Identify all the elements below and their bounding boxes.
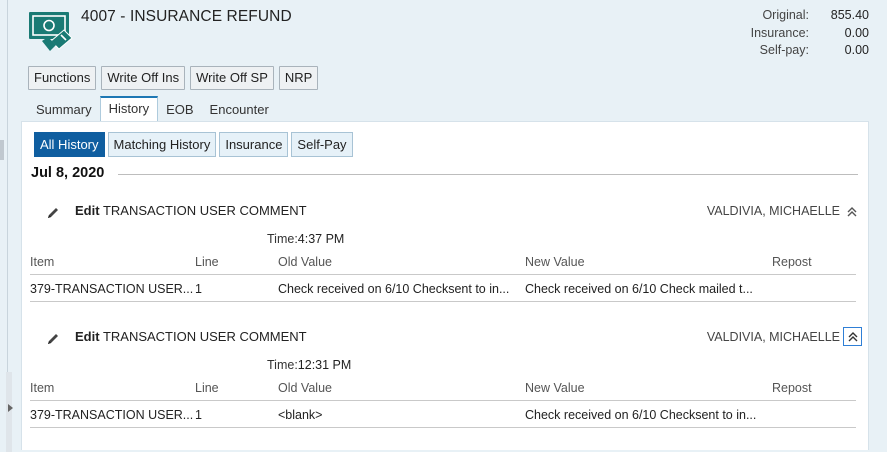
time-value: 12:31 PM	[297, 358, 352, 372]
col-old-value: Old Value	[278, 381, 332, 395]
col-repost: Repost	[772, 381, 812, 395]
filter-all-history[interactable]: All History	[34, 132, 105, 157]
write-off-ins-button[interactable]: Write Off Ins	[101, 66, 186, 90]
col-repost: Repost	[772, 255, 812, 269]
action-toolbar: Functions Write Off Ins Write Off SP NRP	[28, 66, 319, 90]
page-title: 4007 - INSURANCE REFUND	[81, 8, 292, 25]
action-object: TRANSACTION USER COMMENT	[99, 203, 307, 218]
selfpay-value: 0.00	[844, 43, 869, 57]
col-line: Line	[195, 381, 219, 395]
pencil-icon	[48, 208, 58, 218]
entry-table: Item Line Old Value New Value Repost 379…	[30, 376, 856, 428]
tab-bar: Summary History EOB Encounter	[28, 96, 277, 122]
gutter-handle[interactable]	[0, 140, 4, 160]
original-row: Original: 855.40	[689, 7, 869, 25]
col-item: Item	[30, 255, 55, 269]
col-item: Item	[30, 381, 55, 395]
cell-item: 379-TRANSACTION USER...	[30, 408, 194, 422]
action-object: TRANSACTION USER COMMENT	[99, 329, 307, 344]
tab-encounter[interactable]: Encounter	[202, 96, 277, 122]
time-value: 4:37 PM	[297, 232, 345, 246]
insurance-row: Insurance: 0.00	[689, 25, 869, 43]
cell-repost	[772, 277, 856, 301]
original-label: Original:	[762, 8, 809, 22]
nrp-button[interactable]: NRP	[278, 66, 319, 90]
table-header: Item Line Old Value New Value Repost	[30, 250, 856, 275]
insurance-value: 0.00	[844, 25, 869, 40]
time-label: Time:	[267, 358, 298, 372]
tab-history[interactable]: History	[99, 96, 159, 122]
left-gutter	[0, 0, 13, 452]
filter-self-pay[interactable]: Self-Pay	[291, 132, 353, 157]
cell-new-value: Check received on 6/10 Check mailed t...	[525, 282, 753, 296]
filter-matching-history[interactable]: Matching History	[107, 132, 217, 157]
entry-time: Time:12:31 PM	[267, 358, 351, 372]
cell-new-value: Check received on 6/10 Checksent to in..…	[525, 408, 757, 422]
col-new-value: New Value	[525, 381, 585, 395]
entry-user: VALDIVIA, MICHAELLE	[706, 204, 840, 218]
cell-line: 1	[195, 282, 202, 296]
time-label: Time:	[267, 232, 298, 246]
cell-line: 1	[195, 408, 202, 422]
cell-old-value: <blank>	[278, 408, 323, 422]
write-off-sp-button[interactable]: Write Off SP	[190, 66, 274, 90]
functions-button[interactable]: Functions	[28, 66, 97, 90]
collapse-chevron-icon[interactable]	[843, 203, 861, 221]
action-verb: Edit	[75, 329, 100, 344]
table-row[interactable]: 379-TRANSACTION USER... 1 Check received…	[30, 277, 856, 302]
table-row[interactable]: 379-TRANSACTION USER... 1 <blank> Check …	[30, 403, 856, 428]
table-header: Item Line Old Value New Value Repost	[30, 376, 856, 401]
entry-time: Time:4:37 PM	[267, 232, 344, 246]
collapse-chevron-icon[interactable]	[843, 327, 862, 346]
original-value: 855.40	[830, 8, 869, 22]
tab-eob[interactable]: EOB	[158, 96, 201, 122]
col-line: Line	[195, 255, 219, 269]
entry-action: Edit TRANSACTION USER COMMENT	[75, 203, 307, 218]
entry-user: VALDIVIA, MICHAELLE	[706, 330, 840, 344]
expand-arrow-icon[interactable]	[8, 404, 13, 412]
history-filters: All History Matching History Insurance S…	[34, 132, 353, 157]
filter-insurance[interactable]: Insurance	[219, 132, 289, 157]
collapse-handle[interactable]	[6, 372, 12, 452]
selfpay-row: Self-pay: 0.00	[689, 42, 869, 60]
entry-action: Edit TRANSACTION USER COMMENT	[75, 329, 307, 344]
balance-summary: Original: 855.40 Insurance: 0.00 Self-pa…	[689, 7, 869, 60]
pencil-icon	[48, 334, 58, 344]
cell-repost	[772, 403, 856, 427]
selfpay-label: Self-pay:	[759, 43, 809, 57]
cell-item: 379-TRANSACTION USER...	[30, 282, 194, 296]
cash-refund-icon	[29, 12, 73, 51]
history-date: Jul 8, 2020	[31, 165, 108, 181]
entry-table: Item Line Old Value New Value Repost 379…	[30, 250, 856, 302]
date-divider	[118, 174, 858, 175]
tab-summary[interactable]: Summary	[28, 96, 100, 122]
insurance-label: Insurance:	[750, 25, 809, 40]
col-old-value: Old Value	[278, 255, 332, 269]
col-new-value: New Value	[525, 255, 585, 269]
action-verb: Edit	[75, 203, 100, 218]
cell-old-value: Check received on 6/10 Checksent to in..…	[278, 282, 510, 296]
history-panel: All History Matching History Insurance S…	[21, 121, 869, 450]
